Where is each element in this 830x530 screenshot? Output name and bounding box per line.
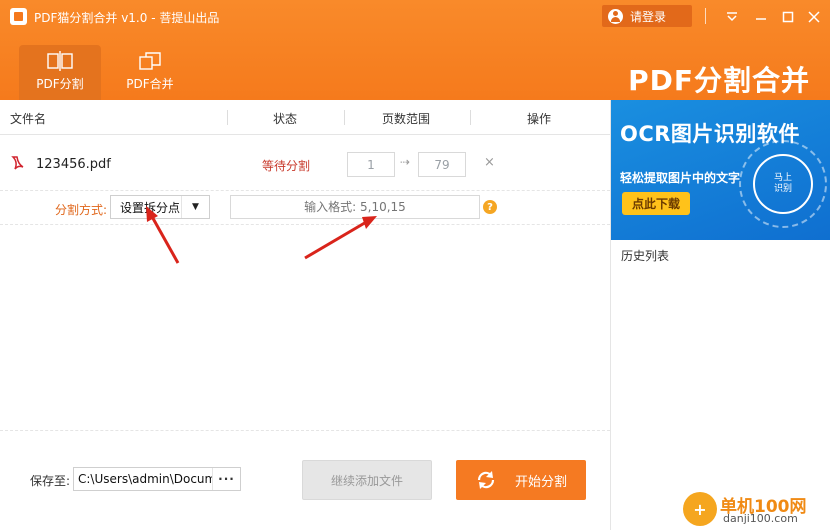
browse-button[interactable]: ···: [212, 468, 240, 490]
annotation-arrow: [148, 212, 180, 264]
minimize-icon: [756, 18, 766, 20]
save-to-label: 保存至:: [30, 474, 71, 488]
watermark-url: danji100.com: [723, 512, 798, 525]
chevron-down-icon: [727, 12, 737, 22]
refresh-icon: [477, 471, 495, 489]
footer-divider: [0, 430, 610, 431]
ad-recognize-badge: 马上 识别: [753, 154, 813, 214]
minimize-button[interactable]: [750, 6, 772, 28]
annotation-arrows: [146, 206, 377, 264]
maximize-button[interactable]: [777, 6, 799, 28]
right-sidebar: OCR图片识别软件 轻松提取图片中的文字 点此下载 马上 识别 历史列表: [610, 100, 830, 530]
save-path-field[interactable]: C:\Users\admin\Documents ···: [73, 467, 241, 491]
annotation-arrow: [304, 219, 369, 260]
watermark-logo-icon: +: [683, 492, 717, 526]
ocr-ad-banner[interactable]: OCR图片识别软件 轻松提取图片中的文字 点此下载 马上 识别: [611, 100, 830, 240]
close-button[interactable]: [803, 6, 825, 28]
add-files-button[interactable]: 继续添加文件: [302, 460, 432, 500]
annotation-arrowhead: [362, 216, 377, 229]
ad-circle-line1: 马上: [773, 173, 792, 183]
start-split-button[interactable]: 开始分割: [456, 460, 586, 500]
history-list-title: 历史列表: [621, 249, 670, 263]
login-button[interactable]: 请登录: [602, 5, 692, 27]
brand-title: PDF分割合并: [628, 64, 810, 97]
ad-circle-line2: 识别: [773, 184, 792, 194]
user-icon: [608, 8, 623, 24]
title-separator: [705, 8, 706, 24]
menu-dropdown-button[interactable]: [721, 6, 743, 28]
maximize-icon: [782, 11, 794, 23]
start-split-label: 开始分割: [514, 474, 567, 490]
close-icon: [808, 11, 820, 23]
ad-download-button[interactable]: 点此下载: [622, 192, 690, 215]
save-path-value[interactable]: C:\Users\admin\Documents: [74, 472, 212, 486]
login-label: 请登录: [630, 9, 667, 24]
ad-subtitle: 轻松提取图片中的文字: [620, 171, 741, 185]
